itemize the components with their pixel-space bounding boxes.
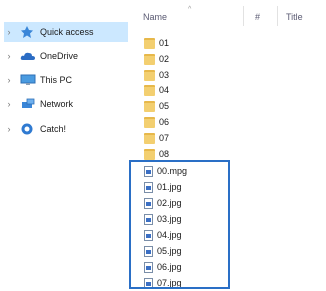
nav-item-onedrive[interactable]: › OneDrive [4,46,128,66]
nav-item-label: This PC [40,75,73,85]
quick-access-star-icon [20,26,36,38]
file-selection-highlight-box [129,160,230,289]
folder-row[interactable]: 03 [144,67,169,83]
navigation-pane: › Quick access › OneDrive › This PC › Ne… [0,0,131,291]
nav-item-label: Network [40,99,74,109]
folder-row[interactable]: 06 [144,114,169,130]
nav-item-label: OneDrive [40,51,79,61]
chevron-right-icon[interactable]: › [4,99,14,109]
folder-row[interactable]: 05 [144,98,169,114]
folder-icon [144,100,155,112]
nav-item-label: Catch! [40,124,67,134]
chevron-right-icon[interactable]: › [4,124,14,134]
folder-row[interactable]: 07 [144,130,169,146]
nav-item-network[interactable]: › Network [4,94,128,114]
column-divider[interactable] [277,6,278,26]
folder-row[interactable]: 02 [144,51,169,67]
folder-name: 02 [159,54,170,64]
folder-name: 04 [159,85,170,95]
column-header-title[interactable]: Title [286,12,303,22]
folder-row[interactable]: 04 [144,82,169,98]
nav-item-label: Quick access [40,27,94,37]
folder-name: 03 [159,70,170,80]
column-header-number[interactable]: # [255,12,260,22]
this-pc-monitor-icon [20,74,36,86]
folder-icon [144,84,155,96]
catch-app-icon [20,123,36,135]
nav-item-this-pc[interactable]: › This PC [4,70,128,90]
folder-icon [144,53,155,65]
nav-item-quick-access[interactable]: › Quick access [4,22,128,42]
folder-row[interactable]: 01 [144,35,169,51]
chevron-right-icon[interactable]: › [4,27,14,37]
chevron-right-icon[interactable]: › [4,51,14,61]
folder-icon [144,116,155,128]
chevron-right-icon[interactable]: › [4,75,14,85]
folder-name: 07 [159,133,170,143]
nav-item-catch[interactable]: › Catch! [4,119,128,139]
folder-name: 05 [159,101,170,111]
folder-icon [144,69,155,81]
onedrive-cloud-icon [20,50,36,62]
folder-name: 06 [159,117,170,127]
folder-icon [144,132,155,144]
network-icon [20,98,36,110]
folder-icon [144,37,155,49]
column-header-name[interactable]: Name [143,12,167,22]
sort-ascending-caret-icon: ^ [188,6,192,13]
folder-name: 08 [159,149,170,159]
column-header-bar: ^ Name # Title [131,0,326,28]
column-divider[interactable] [243,6,244,26]
folder-icon [144,148,155,160]
folder-name: 01 [159,38,170,48]
